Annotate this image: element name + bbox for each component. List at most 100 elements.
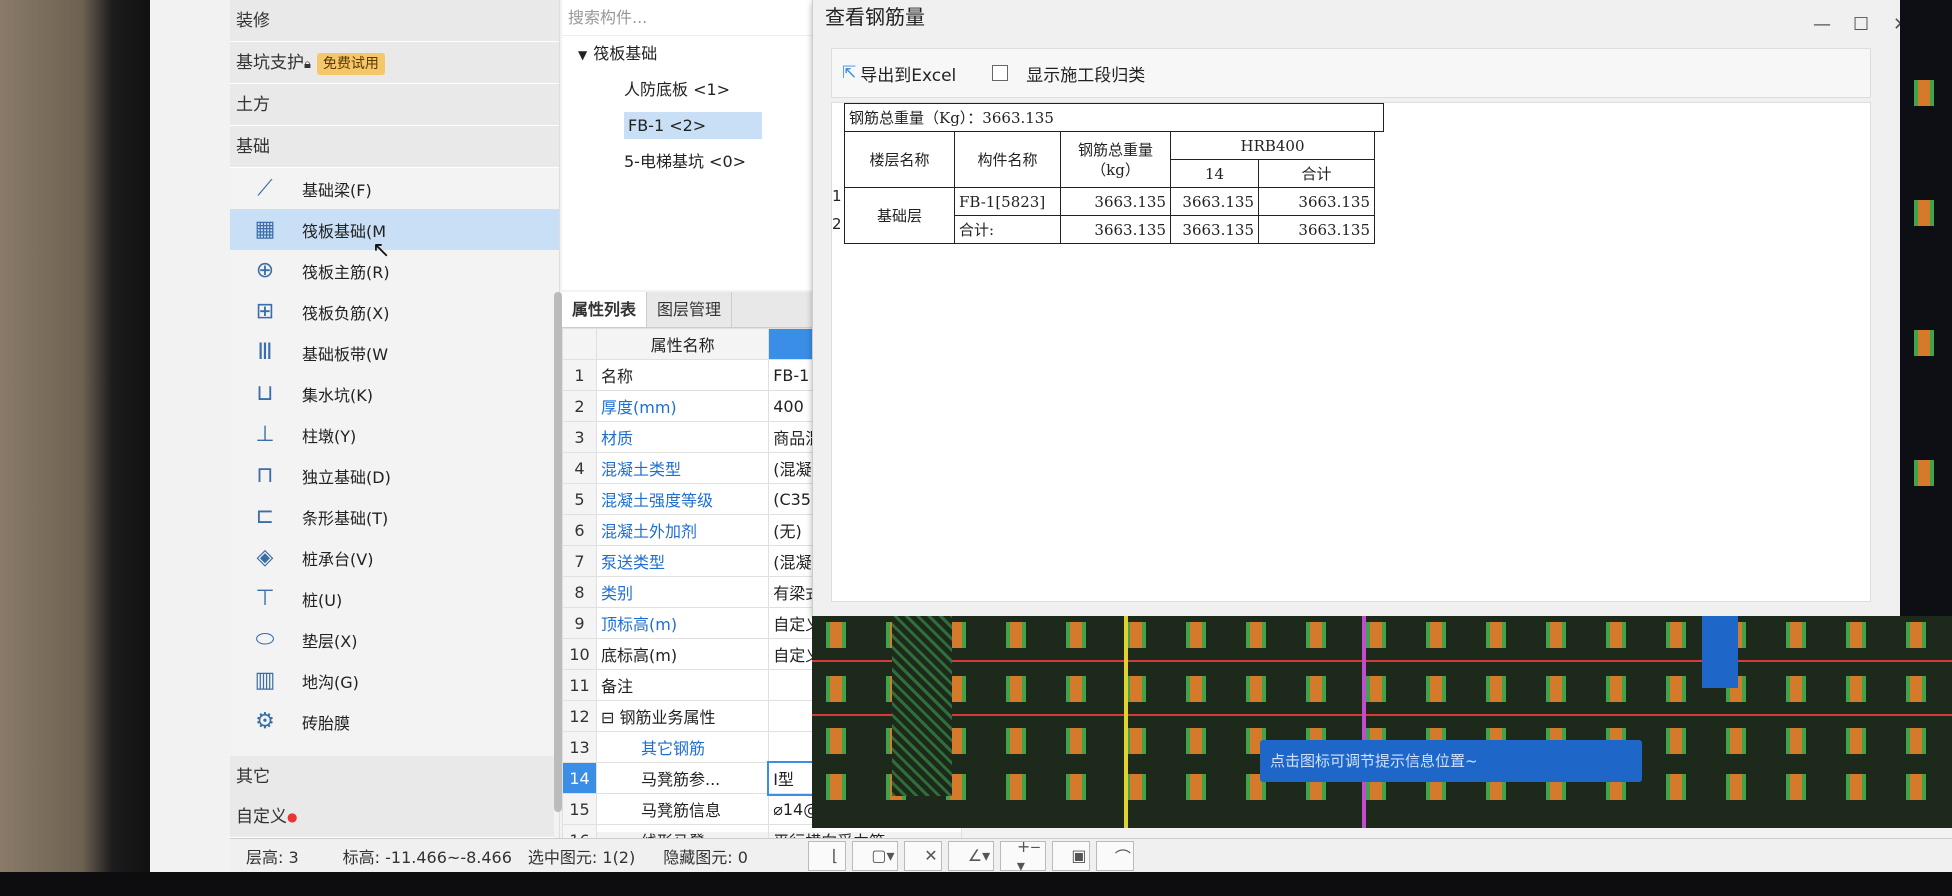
report-grid: 1 2 钢筋总重量（Kg）：3663.135 楼层名称 构件名称 钢筋总重量（k… [831,102,1871,602]
row-number: 6 [562,514,597,546]
sum-cell: 3663.135 [1258,215,1375,244]
tool-item[interactable]: ⊔ 集水坑(K) [230,373,559,414]
checkbox-icon [992,65,1009,81]
property-name: ⊟ 钢筋业务属性 [595,700,770,732]
tool-label: 独立基础(D) [302,467,391,487]
member-cell[interactable]: FB-1[5823] [954,187,1061,216]
monitor-bezel-bottom [0,872,1952,896]
angle-icon: ∠▾ [967,846,991,865]
row-number: 2 [832,215,842,233]
property-name: 混凝土外加剂 [595,514,770,546]
show-stage-checkbox[interactable]: 显示施工段归类 [992,61,1163,86]
tab-properties[interactable]: 属性列表 [562,292,648,327]
angle-button[interactable]: ∠▾ [947,840,994,871]
minimize-icon[interactable]: — [1813,14,1831,35]
cad-canvas[interactable] [812,616,1952,828]
row-number: 10 [562,638,597,670]
total-cell: 3663.135 [1060,215,1171,244]
arc-button[interactable]: ⌒ [1095,840,1134,871]
header-dia: 14 [1170,159,1259,188]
header-grade: HRB400 [1170,131,1375,160]
cad-drawing [812,622,1952,648]
trench-icon: ▥ [254,668,276,693]
row-number: 1 [832,187,842,205]
pile-cap-icon: ◈ [256,545,274,570]
cad-drawing [812,676,1952,702]
category-custom[interactable]: 自定义● [230,796,554,838]
tool-item[interactable]: ▥ 地沟(G) [230,660,559,701]
ortho-icon: ⌊ [831,846,839,865]
panel-scrollbar[interactable] [554,292,562,812]
select-box-button[interactable]: ▢▾ [851,840,898,871]
tool-item[interactable]: ⊓ 独立基础(D) [230,455,559,496]
tool-item[interactable]: ⟋ 基础梁(F) [230,168,559,209]
tool-item[interactable]: ⬭ 垫层(X) [230,619,559,660]
tool-label: 筏板负筋(X) [302,303,390,323]
cad-axis-line [1362,616,1366,828]
tool-label: 基础梁(F) [302,180,372,200]
snap-button[interactable]: ▣ [1051,840,1090,871]
rebar-quantity-dialog: 查看钢筋量 — ☐ ✕ ⇱导出到Excel 显示施工段归类 1 2 钢筋总重量（… [812,0,1952,616]
row-number: 13 [562,731,597,763]
property-name: 厚度(mm) [595,390,770,422]
snap-icon: ▣ [1071,846,1087,865]
red-dot-icon: ● [287,810,298,824]
tab-layers[interactable]: 图层管理 [647,292,733,327]
property-name: 马凳筋参... [595,762,770,794]
tool-label: 柱墩(Y) [302,426,357,446]
tool-item[interactable]: ⊞ 筏板负筋(X) [230,291,559,332]
cross-icon: ✕ [924,846,938,865]
beam-icon: ⟋ [257,176,273,201]
tool-item[interactable]: Ⅲ 基础板带(W [230,332,559,373]
strip-icon: Ⅲ [257,340,273,365]
dialog-toolbar: ⇱ 导出到Excel 显示施工段归类 [831,48,1871,98]
mouse-cursor-icon: ↖ [372,238,391,263]
maximize-icon[interactable]: ☐ [1853,14,1869,35]
cad-drawing [812,660,1952,662]
header-total: 钢筋总重量（kg） [1060,131,1171,188]
ortho-button[interactable]: ⌊ [807,840,846,871]
hidden-count: 隐藏图元: 0 [663,847,748,867]
box-select-icon: ▢▾ [871,846,895,865]
tool-item[interactable]: ▦ 筏板基础(M [230,209,559,250]
tool-item[interactable]: ⊏ 条形基础(T) [230,496,559,537]
header-floor: 楼层名称 [844,131,955,188]
tool-item[interactable]: ◈ 桩承台(V) [230,537,559,578]
main-rebar-icon: ⊕ [255,258,275,283]
category-earthwork[interactable]: 土方 [230,84,559,126]
dia14-cell: 3663.135 [1170,187,1259,216]
category-other[interactable]: 其它 [230,756,554,798]
property-name: 泵送类型 [595,545,770,577]
tool-item[interactable]: ⊥ 柱墩(Y) [230,414,559,455]
property-name: 其它钢筋 [595,731,770,763]
arc-icon: ⌒ [1114,847,1131,867]
tool-label: 垫层(X) [302,631,358,651]
lock-icon: 🔒︎ [304,57,311,72]
collapse-icon[interactable]: ⊟ [601,708,620,727]
position-tip[interactable]: 点击图标可调节提示信息位置~ [1260,740,1642,782]
tool-item[interactable]: ⊕ 筏板主筋(R) [230,250,559,291]
cushion-icon: ⬭ [255,627,275,652]
tool-item[interactable]: ⊤ 桩(U) [230,578,559,619]
tool-label: 桩承台(V) [302,549,374,569]
category-foundation[interactable]: 基础 [230,126,559,168]
row-number: 8 [562,576,597,608]
category-decoration[interactable]: 装修 [230,0,559,42]
cross-button[interactable]: ✕ [903,840,942,871]
dia14-cell: 3663.135 [1170,215,1259,244]
header-sum: 合计 [1258,159,1375,188]
dimension-button[interactable]: +‒▾ [999,837,1046,872]
property-name: 混凝土类型 [595,452,770,484]
tool-label: 砖胎膜 [302,713,351,733]
tool-item[interactable]: ⚙ 砖胎膜 [230,701,559,742]
col-header-name[interactable]: 属性名称 [595,328,770,360]
export-excel-button[interactable]: ⇱ 导出到Excel [842,61,974,86]
total-weight-label: 钢筋总重量（Kg）：3663.135 [844,103,1384,132]
property-name: 马凳筋信息 [595,793,770,825]
row-number: 9 [562,607,597,639]
property-name: 底标高(m) [595,638,770,670]
trial-badge[interactable]: 免费试用 [316,53,385,75]
category-pit-support[interactable]: 基坑支护🔒︎ 免费试用 [230,42,559,84]
total-cell: 3663.135 [1060,187,1171,216]
collapse-arrow-icon[interactable]: ▼ [578,48,587,62]
